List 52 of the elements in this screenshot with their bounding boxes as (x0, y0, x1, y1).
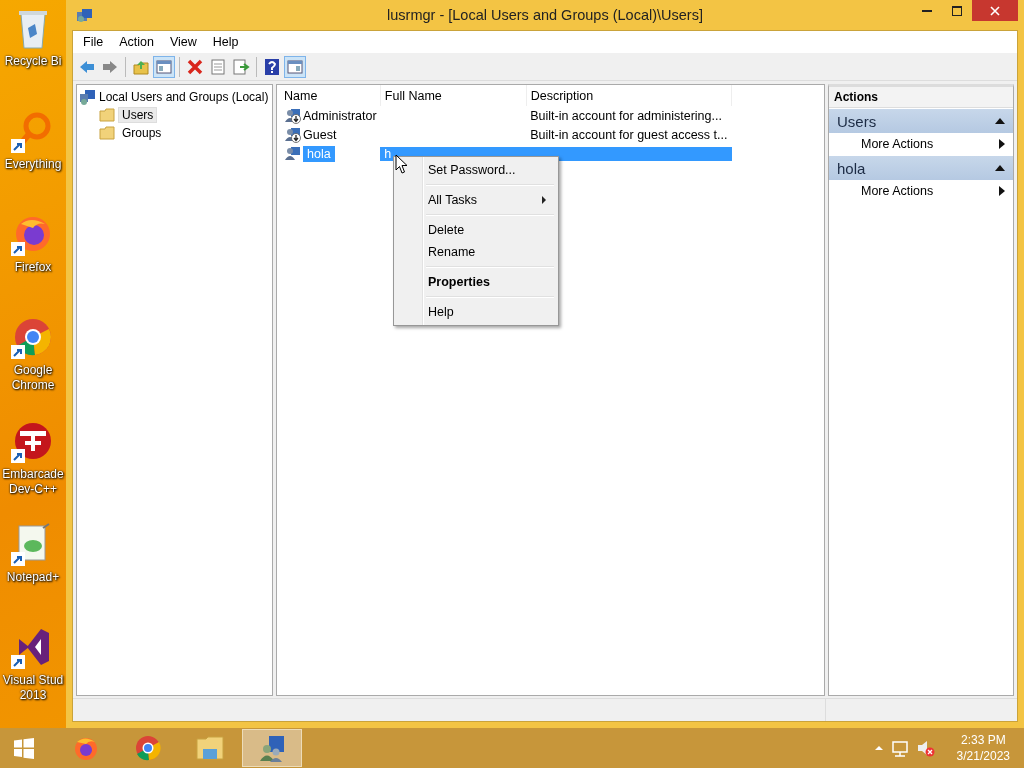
delete-icon (186, 57, 204, 76)
show-hidden-icons-arrow[interactable] (874, 745, 883, 751)
maximize-icon (952, 5, 962, 16)
menu-item[interactable]: Help (396, 301, 556, 323)
properties-icon (209, 57, 227, 76)
volume-muted-icon[interactable] (916, 739, 935, 757)
clock-time: 2:33 PM (960, 732, 1006, 748)
help-icon (263, 57, 281, 76)
submenu-arrow-icon (999, 139, 1005, 149)
export-list-icon (232, 57, 250, 76)
menu-item[interactable]: Delete (396, 219, 556, 241)
column-header[interactable]: Full Name (380, 85, 527, 106)
table-cell-text: Built-in account for administering... (529, 108, 723, 123)
menu-item[interactable]: Properties (396, 271, 556, 293)
menu-item[interactable]: All Tasks (396, 189, 556, 211)
collapse-arrow-icon[interactable] (995, 116, 1005, 126)
tree-item[interactable]: Local Users and Groups (Local) (99, 90, 269, 104)
action-item[interactable]: More Actions (861, 184, 934, 198)
section-title[interactable]: Users (837, 112, 877, 130)
folder-icon (99, 107, 115, 123)
mouse-cursor-icon (395, 154, 409, 175)
console-tree-icon (155, 57, 173, 76)
action-pane-icon (286, 57, 304, 76)
collapse-arrow-icon[interactable] (995, 163, 1005, 173)
computer-users-icon (79, 88, 96, 106)
menu-item[interactable]: Help (204, 35, 247, 49)
menu-item[interactable]: Action (111, 35, 162, 49)
tree-item[interactable]: Groups (118, 125, 166, 141)
menu-item[interactable]: Rename (396, 241, 556, 263)
menu-item[interactable]: View (161, 35, 205, 49)
windows-logo-icon (14, 737, 34, 759)
menu-item[interactable]: File (75, 35, 112, 49)
column-header[interactable]: Description (526, 85, 732, 106)
minimize-icon (922, 9, 932, 12)
action-item[interactable]: More Actions (861, 137, 934, 151)
tree-item[interactable]: Users (118, 107, 158, 123)
app-icon (76, 6, 93, 24)
clock-date: 3/21/2023 (956, 748, 1010, 764)
folder-icon (99, 125, 115, 141)
submenu-arrow-icon (542, 196, 546, 204)
column-header[interactable]: Name (280, 85, 381, 106)
network-icon[interactable] (890, 739, 909, 757)
taskbar-app[interactable] (242, 729, 302, 767)
folder-icon (195, 733, 225, 763)
chrome-icon (133, 733, 163, 763)
submenu-arrow-icon (999, 186, 1005, 196)
table-cell-text: Built-in account for guest access t... (529, 127, 729, 142)
window-title: lusrmgr - [Local Users and Groups (Local)\Users] (386, 7, 704, 23)
users-computer-icon (257, 733, 287, 763)
actions-header: Actions (829, 87, 1013, 108)
close-icon (990, 5, 1000, 16)
section-title[interactable]: hola (837, 159, 866, 177)
